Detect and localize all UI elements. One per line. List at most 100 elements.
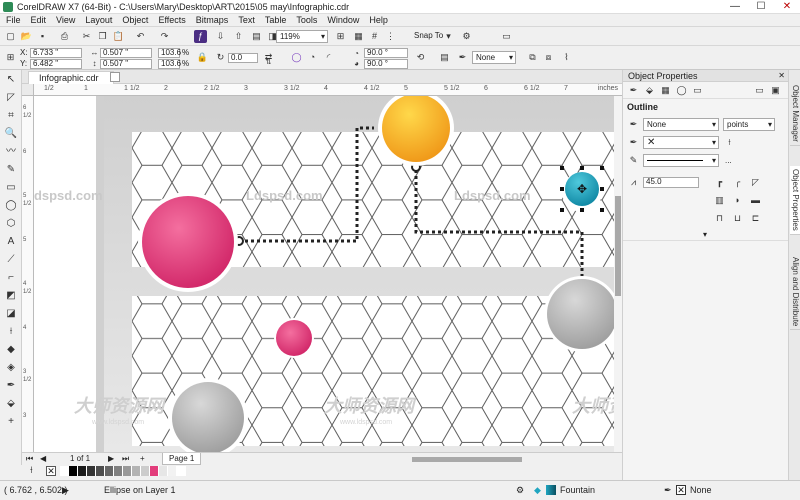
outline-color-eyedropper-icon[interactable]: ⟊: [723, 136, 736, 149]
palette-swatch[interactable]: [141, 466, 150, 476]
full-screen-icon[interactable]: ⊞: [334, 30, 347, 43]
smart-fill-icon[interactable]: ◈: [4, 362, 18, 374]
palette-swatch[interactable]: [69, 466, 78, 476]
drawing-canvas[interactable]: ✥ Ldspsd.com Ldspsd.com Ldspsd.com 大师资源网…: [34, 96, 614, 452]
menu-window[interactable]: Window: [327, 14, 359, 26]
menu-edit[interactable]: Edit: [31, 14, 47, 26]
scale-height-field[interactable]: 103.6: [158, 59, 181, 69]
horizontal-scroll-thumb[interactable]: [412, 457, 522, 462]
ellipse-mode-icon[interactable]: ◯: [290, 51, 303, 64]
line-style-more-button[interactable]: ...: [725, 156, 732, 166]
change-direction-icon[interactable]: ⟲: [414, 51, 427, 64]
cap-square-icon[interactable]: ▥: [713, 194, 726, 207]
side-tab-align-distribute[interactable]: Align and Distribute: [790, 254, 800, 331]
gray-circle-right[interactable]: [547, 279, 614, 349]
menu-help[interactable]: Help: [369, 14, 388, 26]
palette-swatch[interactable]: [87, 466, 96, 476]
outline-tool-icon[interactable]: ✒: [4, 380, 18, 392]
crop-tool-icon[interactable]: ⌗: [4, 110, 18, 122]
maximize-button[interactable]: ☐: [748, 0, 774, 14]
small-pink-circle[interactable]: [276, 320, 312, 356]
last-page-icon[interactable]: ⏭: [122, 453, 129, 465]
transparency-tool-icon[interactable]: ◪: [4, 308, 18, 320]
ellipse-tool-icon[interactable]: ◯: [4, 200, 18, 212]
ellipse-tab-icon[interactable]: ◯: [675, 84, 688, 97]
polygon-tool-icon[interactable]: ⬡: [4, 218, 18, 230]
height-field[interactable]: 0.507 ": [100, 59, 152, 69]
palette-swatch[interactable]: [150, 466, 159, 476]
connector-tool-icon[interactable]: ⌐: [4, 272, 18, 284]
print-icon[interactable]: ⎙: [58, 30, 71, 43]
y-position-field[interactable]: 6.482 ": [30, 59, 82, 69]
menu-bitmaps[interactable]: Bitmaps: [196, 14, 229, 26]
docker-close-icon[interactable]: ✕: [778, 70, 785, 82]
zoom-tool-icon[interactable]: 🔍: [4, 128, 18, 140]
import-icon[interactable]: ⇩: [214, 30, 227, 43]
menu-layout[interactable]: Layout: [85, 14, 112, 26]
expand-outline-chevron-icon[interactable]: ▾: [703, 230, 707, 239]
menu-text[interactable]: Text: [238, 14, 255, 26]
eyedropper-tool-icon[interactable]: ⟊: [4, 326, 18, 338]
line-style-select[interactable]: [643, 154, 719, 167]
start-angle-field[interactable]: 90.0 °: [364, 48, 408, 58]
palette-swatch[interactable]: [114, 466, 123, 476]
document-tab[interactable]: Infographic.cdr: [28, 71, 114, 84]
copy-icon[interactable]: ❐: [96, 30, 109, 43]
arc-mode-icon[interactable]: ◜: [322, 51, 335, 64]
outline-pen-tab-icon[interactable]: ✒: [627, 84, 640, 97]
scale-width-field[interactable]: 103.6: [158, 48, 181, 58]
width-field[interactable]: 0.507 ": [100, 48, 152, 58]
pink-circle[interactable]: [142, 196, 234, 288]
bitmap-tab-icon[interactable]: ▣: [769, 84, 782, 97]
zoom-dropdown[interactable]: 119%: [276, 30, 328, 43]
cap-round-icon[interactable]: ◗: [731, 194, 744, 207]
close-button[interactable]: ✕: [774, 0, 800, 14]
page-tab[interactable]: Page 1: [162, 453, 202, 465]
horizontal-ruler[interactable]: 1/2 1 1 1/2 2 2 1/2 3 3 1/2 4 4 1/2 5 5 1/2 6 6 1/2 7…: [34, 84, 622, 96]
interactive-fill-icon[interactable]: ◆: [4, 344, 18, 356]
corner-round-icon[interactable]: ╭: [731, 176, 744, 189]
status-play-icon[interactable]: ▶: [62, 481, 69, 499]
mirror-vertical-icon[interactable]: ⇅: [262, 57, 275, 70]
fill-tab-icon[interactable]: ⬙: [643, 84, 656, 97]
menu-tools[interactable]: Tools: [296, 14, 317, 26]
add-page-icon[interactable]: +: [140, 453, 145, 465]
show-rulers-icon[interactable]: ▦: [352, 30, 365, 43]
menu-object[interactable]: Object: [122, 14, 148, 26]
pie-mode-icon[interactable]: ◔: [306, 51, 319, 64]
launch-icon[interactable]: ▭: [500, 30, 513, 43]
corel-connect-icon[interactable]: ƒ: [194, 30, 207, 43]
menu-file[interactable]: File: [6, 14, 21, 26]
color-proofing-icon[interactable]: ⚙: [516, 481, 524, 499]
palette-swatch[interactable]: [96, 466, 105, 476]
menu-table[interactable]: Table: [265, 14, 287, 26]
eyedropper-icon[interactable]: ⟊: [30, 465, 33, 477]
options-gear-icon[interactable]: ⚙: [460, 30, 473, 43]
new-tab-icon[interactable]: [110, 72, 120, 82]
rectangle-tool-icon[interactable]: ▭: [4, 182, 18, 194]
drop-shadow-tool-icon[interactable]: ◩: [4, 290, 18, 302]
convert-to-curves-icon[interactable]: ⌇: [560, 51, 573, 64]
undo-icon[interactable]: ↶: [134, 30, 147, 43]
freehand-tool-icon[interactable]: 〰: [4, 146, 18, 158]
vertical-scrollbar[interactable]: [614, 96, 622, 452]
transparency-tab-icon[interactable]: ▦: [659, 84, 672, 97]
export-icon[interactable]: ⇧: [232, 30, 245, 43]
palette-swatch[interactable]: [78, 466, 87, 476]
outline-width-select[interactable]: None: [643, 118, 719, 131]
outline-width-dropdown[interactable]: None: [472, 51, 516, 64]
cut-icon[interactable]: ✂: [80, 30, 93, 43]
text-tool-icon[interactable]: A: [4, 236, 18, 248]
save-icon[interactable]: ▪: [36, 30, 49, 43]
palette-swatch[interactable]: [105, 466, 114, 476]
position-inside-icon[interactable]: ⊏: [749, 212, 762, 225]
pick-tool-icon[interactable]: ↖: [4, 74, 18, 86]
page-tab-icon[interactable]: ▭: [753, 84, 766, 97]
dimension-tool-icon[interactable]: ⟋: [4, 254, 18, 266]
palette-swatch[interactable]: [60, 466, 69, 476]
minimize-button[interactable]: —: [722, 0, 748, 14]
x-position-field[interactable]: 6.733 ": [30, 48, 82, 58]
redo-icon[interactable]: ↷: [158, 30, 171, 43]
add-tool-icon[interactable]: +: [4, 416, 18, 428]
yellow-circle[interactable]: [382, 96, 450, 162]
